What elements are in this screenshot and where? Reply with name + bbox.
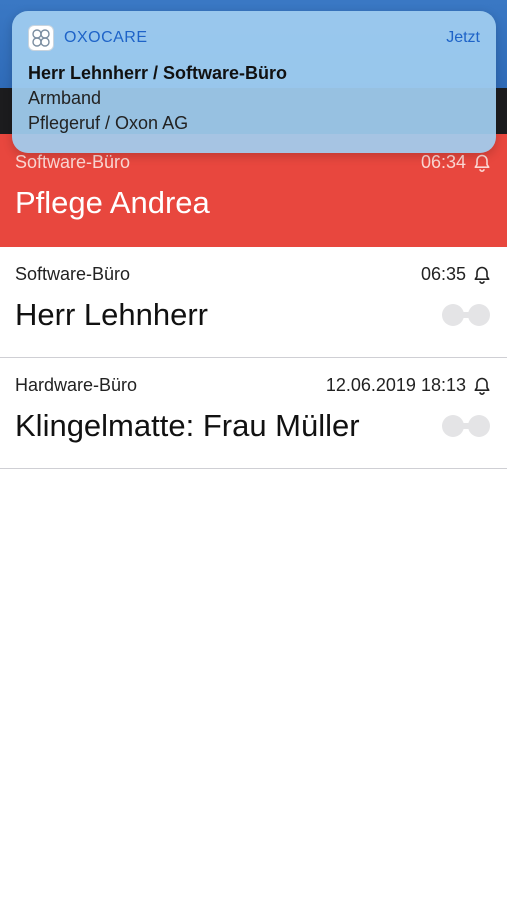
alarm-time: 12.06.2019 18:13 <box>325 375 466 395</box>
alarm-time: 06:35 <box>420 264 466 284</box>
connection-status-icon <box>440 303 492 327</box>
push-notification[interactable]: OXOCARE Jetzt Herr Lehnherr / Software-B… <box>12 11 496 153</box>
notification-title: Herr Lehnherr / Software-Büro <box>28 63 288 83</box>
connection-status-icon <box>440 414 492 438</box>
alarm-name: Klingelmatte: Frau Müller <box>15 408 360 443</box>
alarm-location: Hardware-Büro <box>15 375 138 395</box>
alarm-row[interactable]: Hardware-Büro 12.06.2019 18:13 Klingelma… <box>0 358 507 469</box>
notification-line: Pflegeruf / Oxon AG <box>28 113 189 133</box>
alarm-location: Software-Büro <box>15 264 131 284</box>
alarm-location: Software-Büro <box>15 152 131 172</box>
alarm-row[interactable]: Software-Büro 06:35 Herr Lehnherr <box>0 247 507 358</box>
alarm-name: Herr Lehnherr <box>15 297 208 332</box>
alarm-name: Pflege Andrea <box>15 185 210 220</box>
bell-icon <box>474 266 490 284</box>
screen: Software-Büro 06:34 Pflege Andrea Softwa… <box>0 0 507 900</box>
notification-app-name: OXOCARE <box>64 29 148 46</box>
alarm-time: 06:34 <box>420 152 466 172</box>
notification-line: Armband <box>28 88 102 108</box>
bell-icon <box>474 154 490 172</box>
notification-time: Jetzt <box>446 29 480 46</box>
bell-icon <box>474 377 490 395</box>
oxocare-app-icon <box>28 25 54 51</box>
